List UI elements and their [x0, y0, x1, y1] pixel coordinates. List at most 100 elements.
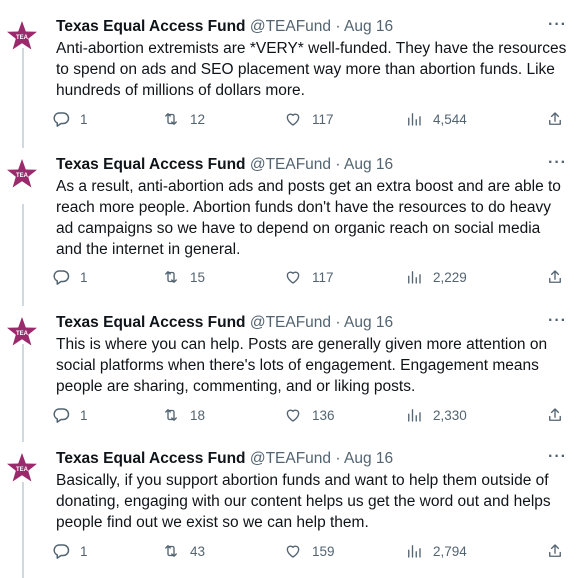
- author-name[interactable]: Texas Equal Access Fund: [56, 314, 246, 331]
- tweet-date[interactable]: Aug 16: [344, 450, 393, 467]
- view-count: 4,544: [433, 111, 467, 127]
- tweet-actions: 1 15 117 2,229: [52, 266, 572, 288]
- more-options-button[interactable]: ···: [548, 310, 567, 332]
- tweet-text: This is where you can help. Posts are ge…: [56, 336, 548, 395]
- tweet-text: As a result, anti-abortion ads and posts…: [56, 178, 561, 258]
- retweet-button[interactable]: 43: [162, 540, 205, 562]
- author-handle[interactable]: @TEAFund: [250, 450, 331, 467]
- tweet-date[interactable]: Aug 16: [344, 156, 393, 173]
- reply-icon: [53, 544, 70, 559]
- views-button[interactable]: 2,330: [405, 404, 467, 426]
- avatar[interactable]: TEA: [6, 20, 38, 52]
- author-handle[interactable]: @TEAFund: [250, 18, 331, 35]
- heart-icon: [286, 545, 300, 558]
- retweet-count: 15: [190, 269, 206, 285]
- tweet-actions: 1 12 117 4,544: [52, 108, 572, 130]
- tweet[interactable]: TEA Texas Equal Access Fund @TEAFund · A…: [0, 310, 581, 440]
- tweet-date[interactable]: Aug 16: [344, 314, 393, 331]
- more-options-button[interactable]: ···: [548, 14, 567, 36]
- reply-icon: [53, 270, 70, 285]
- tweet-header: Texas Equal Access Fund @TEAFund · Aug 1…: [56, 312, 581, 334]
- tweet-header: Texas Equal Access Fund @TEAFund · Aug 1…: [56, 448, 581, 470]
- tweet-text: Anti-abortion extremists are *VERY* well…: [56, 40, 567, 99]
- author-name[interactable]: Texas Equal Access Fund: [56, 156, 246, 173]
- reply-button[interactable]: 1: [52, 404, 88, 426]
- retweet-count: 12: [190, 111, 206, 127]
- views-button[interactable]: 2,794: [405, 540, 467, 562]
- separator: ·: [335, 18, 341, 35]
- heart-icon: [286, 113, 300, 126]
- tweet[interactable]: TEA Texas Equal Access Fund @TEAFund · A…: [0, 14, 581, 154]
- separator: ·: [335, 314, 341, 331]
- tweet-actions: 1 43 159 2,794: [52, 540, 572, 562]
- retweet-button[interactable]: 12: [162, 108, 205, 130]
- like-count: 159: [312, 543, 335, 559]
- more-options-button[interactable]: ···: [548, 446, 567, 468]
- reply-button[interactable]: 1: [52, 108, 88, 130]
- share-button[interactable]: [546, 266, 564, 288]
- star-logo-icon: TEA: [7, 453, 37, 482]
- star-logo-icon: TEA: [7, 317, 37, 346]
- views-button[interactable]: 2,229: [405, 266, 467, 288]
- author-name[interactable]: Texas Equal Access Fund: [56, 18, 246, 35]
- view-count: 2,794: [433, 543, 467, 559]
- reply-count: 1: [80, 543, 88, 559]
- reply-icon: [53, 112, 70, 127]
- share-icon: [549, 544, 561, 557]
- reply-button[interactable]: 1: [52, 266, 88, 288]
- tweet-header: Texas Equal Access Fund @TEAFund · Aug 1…: [56, 154, 581, 176]
- views-icon: [408, 271, 421, 284]
- share-button[interactable]: [546, 540, 564, 562]
- like-count: 117: [312, 111, 334, 127]
- tweet-date[interactable]: Aug 16: [344, 18, 393, 35]
- view-count: 2,229: [433, 269, 467, 285]
- separator: ·: [335, 450, 341, 467]
- retweet-icon: [165, 113, 177, 125]
- svg-text:TEA: TEA: [16, 35, 29, 41]
- more-options-button[interactable]: ···: [548, 152, 567, 174]
- views-icon: [408, 113, 421, 126]
- reply-count: 1: [80, 111, 88, 127]
- separator: ·: [335, 156, 341, 173]
- like-button[interactable]: 117: [284, 108, 334, 130]
- avatar[interactable]: TEA: [6, 452, 38, 484]
- reply-icon: [53, 408, 70, 423]
- like-button[interactable]: 136: [284, 404, 335, 426]
- reply-count: 1: [80, 407, 88, 423]
- retweet-icon: [165, 409, 177, 421]
- views-icon: [408, 545, 421, 558]
- like-button[interactable]: 117: [284, 266, 334, 288]
- tweet-actions: 1 18 136 2,330: [52, 404, 572, 426]
- share-button[interactable]: [546, 404, 564, 426]
- retweet-button[interactable]: 15: [162, 266, 205, 288]
- share-icon: [549, 408, 561, 421]
- heart-icon: [286, 271, 300, 284]
- author-handle[interactable]: @TEAFund: [250, 156, 331, 173]
- like-count: 117: [312, 269, 334, 285]
- author-handle[interactable]: @TEAFund: [250, 314, 331, 331]
- tweet[interactable]: TEA Texas Equal Access Fund @TEAFund · A…: [0, 446, 581, 578]
- tweet[interactable]: TEA Texas Equal Access Fund @TEAFund · A…: [0, 152, 581, 302]
- views-button[interactable]: 4,544: [405, 108, 467, 130]
- svg-text:TEA: TEA: [16, 331, 29, 337]
- share-button[interactable]: [546, 108, 564, 130]
- avatar[interactable]: TEA: [6, 158, 38, 190]
- reply-button[interactable]: 1: [52, 540, 88, 562]
- svg-text:TEA: TEA: [16, 467, 29, 473]
- view-count: 2,330: [433, 407, 467, 423]
- star-logo-icon: TEA: [7, 159, 37, 188]
- retweet-button[interactable]: 18: [162, 404, 205, 426]
- heart-icon: [286, 409, 300, 422]
- svg-text:TEA: TEA: [16, 173, 29, 179]
- share-icon: [549, 270, 561, 283]
- like-button[interactable]: 159: [284, 540, 335, 562]
- author-name[interactable]: Texas Equal Access Fund: [56, 450, 246, 467]
- retweet-count: 18: [190, 407, 206, 423]
- views-icon: [408, 409, 421, 422]
- tweet-text: Basically, if you support abortion funds…: [56, 472, 551, 531]
- tweet-header: Texas Equal Access Fund @TEAFund · Aug 1…: [56, 16, 581, 38]
- star-logo-icon: TEA: [7, 21, 37, 50]
- avatar[interactable]: TEA: [6, 316, 38, 348]
- reply-count: 1: [80, 269, 88, 285]
- retweet-count: 43: [190, 543, 206, 559]
